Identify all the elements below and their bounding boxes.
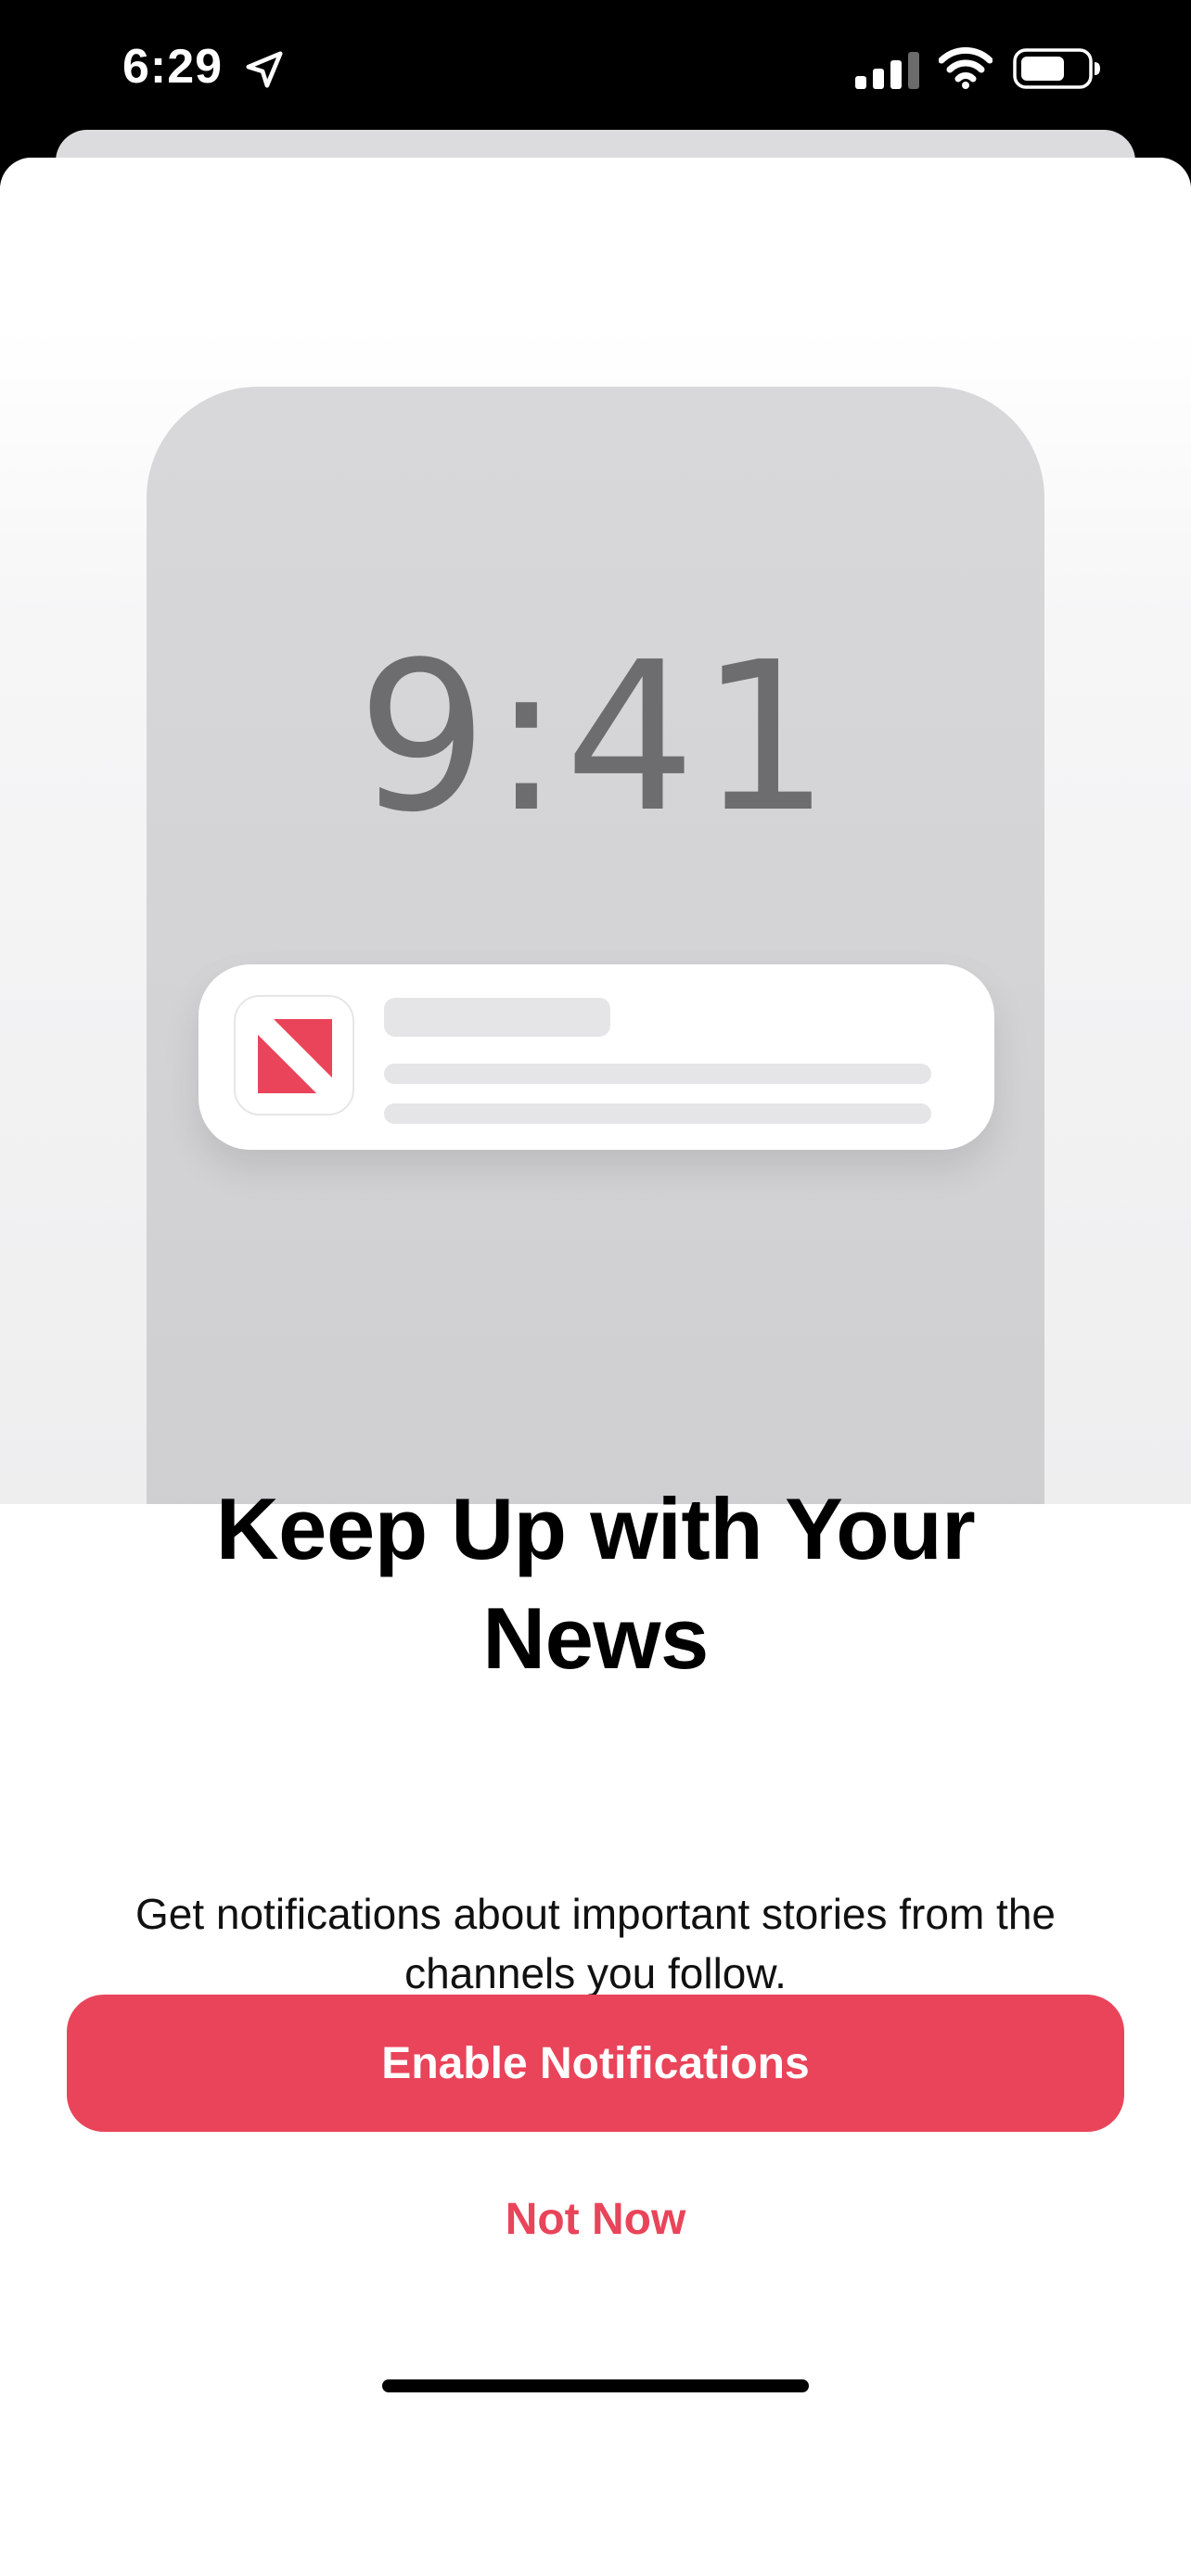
sample-notification (198, 964, 994, 1150)
apple-news-icon (234, 995, 354, 1116)
notification-body-placeholder (384, 1103, 931, 1124)
notification-body-placeholder (384, 1064, 931, 1084)
illustration: 9:41 (0, 158, 1191, 1504)
battery-icon (1013, 48, 1100, 89)
phone-illustration: 9:41 (147, 387, 1044, 1504)
location-arrow-icon (246, 51, 283, 88)
home-indicator[interactable] (382, 2379, 809, 2392)
status-bar: 6:29 (0, 0, 1191, 139)
lock-screen-time: 9:41 (356, 618, 835, 858)
cellular-signal-icon (855, 52, 919, 89)
status-time: 6:29 (122, 40, 224, 94)
not-now-button[interactable]: Not Now (364, 2194, 827, 2245)
notification-title-placeholder (384, 998, 610, 1037)
prompt-message: Get notifications about important storie… (134, 1890, 1057, 1997)
wifi-icon (939, 46, 992, 89)
enable-notifications-button[interactable]: Enable Notifications (67, 1995, 1124, 2132)
prompt-title: Keep Up with Your News (215, 1480, 976, 1687)
